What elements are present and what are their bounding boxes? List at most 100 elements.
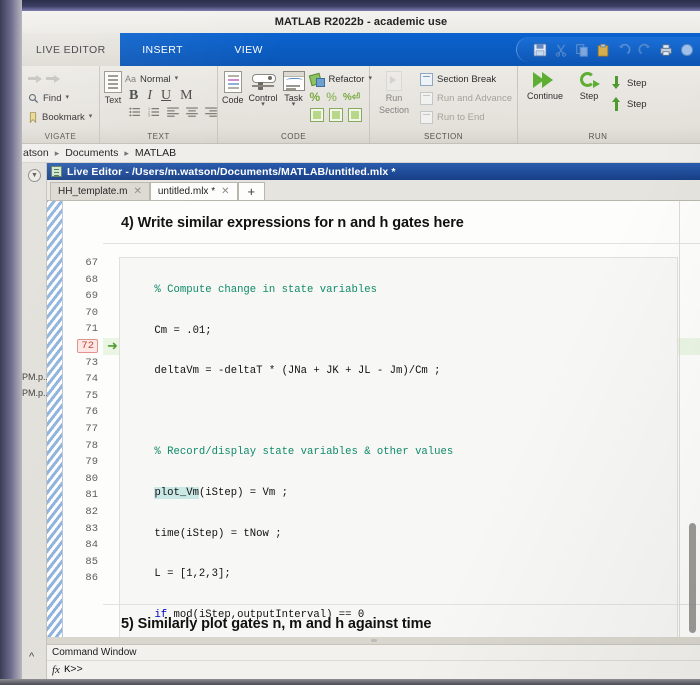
bulleted-list-icon[interactable] — [129, 107, 141, 117]
line-number-current[interactable]: 72 — [63, 338, 103, 355]
close-icon[interactable]: ✕ — [221, 186, 229, 197]
command-window-prompt-row[interactable]: fx K>> — [47, 661, 700, 679]
code-block[interactable]: % Compute change in state variables Cm =… — [119, 257, 678, 637]
chevron-down-circle-icon[interactable]: ▼ — [28, 169, 41, 182]
align-right-icon[interactable] — [205, 107, 217, 117]
refactor-button[interactable]: Refactor ▾ — [310, 71, 372, 87]
underline-button[interactable]: U — [161, 88, 171, 104]
code-line: deltaVm = -deltaT * (JNa + JK + JL - Jm)… — [129, 365, 441, 378]
collapse-panel-icon[interactable]: ^ — [29, 651, 34, 663]
run-to-end-button[interactable]: Run to End — [420, 109, 512, 125]
text-format-row: B I U M — [125, 88, 217, 104]
find-button[interactable]: Find ▾ — [26, 90, 95, 106]
document-content[interactable]: 4) Write similar expressions for n and h… — [63, 201, 700, 637]
wrap-comment-icon[interactable] — [309, 108, 324, 122]
live-editor-panel: Live Editor - /Users/m.watson/Documents/… — [47, 163, 700, 679]
document-body: 4) Write similar expressions for n and h… — [47, 201, 700, 637]
step-out-button[interactable]: Step — [610, 96, 647, 112]
line-number-gutter: 67 68 69 70 71 72 73 74 75 76 77 78 79 8… — [63, 255, 103, 637]
print-icon[interactable] — [659, 43, 673, 57]
document-tab-hh-template[interactable]: HH_template.m ✕ — [50, 182, 150, 200]
help-icon[interactable] — [680, 43, 694, 57]
horizontal-splitter-handle[interactable] — [370, 639, 377, 642]
breadcrumb-separator-2: ▸ — [124, 147, 129, 158]
ribbon-toolbar: Find ▾ Bookmark ▾ VIGATE Text Aa Normal … — [22, 66, 700, 144]
step-in-label: Step — [627, 77, 647, 89]
code-button[interactable]: Code — [222, 69, 244, 105]
run-section-label-1: Run — [385, 93, 403, 103]
section-heading-4: 4) Write similar expressions for n and h… — [121, 215, 464, 231]
align-center-icon[interactable] — [186, 107, 198, 117]
ribbon-group-section: Run Section Section Break Run and Advanc… — [370, 66, 518, 143]
increase-indent-icon[interactable] — [328, 108, 343, 122]
section-break-icon — [420, 72, 433, 86]
style-chevron-down-icon[interactable]: ▾ — [175, 75, 179, 82]
close-icon[interactable]: ✕ — [133, 186, 141, 197]
breadcrumb-item-documents[interactable]: Documents — [64, 147, 119, 159]
paste-icon[interactable] — [596, 43, 610, 57]
ribbon-tab-insert[interactable]: INSERT — [120, 33, 206, 66]
style-dropdown[interactable]: Aa Normal ▾ — [125, 71, 217, 87]
step-in-button[interactable]: Step — [610, 75, 647, 91]
undo-icon[interactable] — [617, 43, 631, 57]
monospace-button[interactable]: M — [180, 88, 192, 104]
code-button-label: Code — [222, 95, 244, 105]
control-button[interactable]: Control ▾ — [249, 69, 278, 108]
bold-button[interactable]: B — [129, 88, 138, 104]
breadcrumb-item-user[interactable]: atson — [22, 147, 50, 159]
line-number: 82 — [85, 505, 98, 518]
italic-button[interactable]: I — [147, 88, 152, 104]
step-label: Step — [579, 91, 599, 101]
code-line: % Record/display state variables & other… — [129, 446, 454, 459]
bookmark-chevron-down-icon[interactable]: ▾ — [89, 113, 93, 120]
run-to-end-label: Run to End — [437, 111, 485, 123]
document-tab-untitled[interactable]: untitled.mlx * ✕ — [149, 182, 238, 200]
matlab-application-window: MATLAB R2022b - academic use LIVE EDITOR… — [22, 11, 700, 679]
bookmark-button[interactable]: Bookmark ▾ — [26, 109, 95, 125]
continue-button[interactable]: Continue — [522, 69, 568, 101]
cut-icon[interactable] — [554, 43, 568, 57]
code-line: % Compute change in state variables — [129, 284, 377, 296]
ribbon-tab-view[interactable]: VIEW — [206, 33, 292, 66]
section-break-button[interactable]: Section Break — [420, 71, 512, 87]
step-button[interactable]: Step — [574, 69, 604, 101]
smart-indent-icon[interactable]: %⏎ — [343, 92, 360, 103]
go-back-icon[interactable] — [28, 73, 42, 85]
section-stripe-indicator — [47, 201, 63, 637]
save-icon[interactable] — [533, 42, 547, 57]
line-number: 77 — [85, 422, 98, 435]
section-heading-5: 5) Similarly plot gates n, m and h again… — [121, 616, 432, 632]
numbered-list-icon[interactable]: 1 2 3 — [148, 107, 160, 117]
run-section-button[interactable]: Run Section — [374, 69, 414, 115]
editor-titlebar: Live Editor - /Users/m.watson/Documents/… — [47, 163, 700, 180]
monitor-bezel-bottom — [0, 679, 700, 685]
find-chevron-down-icon[interactable]: ▾ — [65, 94, 69, 101]
uncomment-icon[interactable]: % — [326, 90, 337, 104]
line-number: 84 — [85, 539, 98, 552]
go-forward-icon[interactable] — [46, 73, 60, 85]
code-line: time(iStep) = tNow ; — [129, 527, 282, 540]
run-section-label-2: Section — [378, 105, 410, 115]
ribbon-group-text: Text Aa Normal ▾ B I U M 1 2 3 TEXT — [100, 66, 218, 143]
text-button[interactable]: Text — [104, 69, 122, 105]
task-button[interactable]: Task ▾ — [282, 69, 305, 108]
section-break-label: Section Break — [437, 73, 497, 85]
indent-tools-row — [309, 107, 372, 123]
window-title: MATLAB R2022b - academic use — [274, 16, 448, 28]
breadcrumb-item-matlab[interactable]: MATLAB — [134, 147, 177, 159]
copy-icon[interactable] — [575, 43, 589, 57]
section-group-label: SECTION — [423, 132, 464, 141]
work-area: ▼ PM.p... PM.p... ^ Live Editor - /Users… — [22, 163, 700, 679]
fx-icon[interactable]: fx — [52, 664, 60, 676]
task-chevron-down-icon[interactable]: ▾ — [292, 101, 296, 108]
redo-icon[interactable] — [638, 43, 652, 57]
decrease-indent-icon[interactable] — [347, 108, 362, 122]
control-chevron-down-icon[interactable]: ▾ — [261, 101, 265, 108]
run-and-advance-button[interactable]: Run and Advance — [420, 90, 512, 106]
new-tab-button[interactable]: + — [237, 182, 266, 200]
align-left-icon[interactable] — [167, 107, 179, 117]
comment-percent-icon[interactable]: % — [310, 90, 321, 104]
line-number: 70 — [85, 306, 98, 319]
document-scrollbar-thumb[interactable] — [689, 523, 696, 633]
ribbon-tab-live-editor[interactable]: LIVE EDITOR — [22, 33, 120, 66]
